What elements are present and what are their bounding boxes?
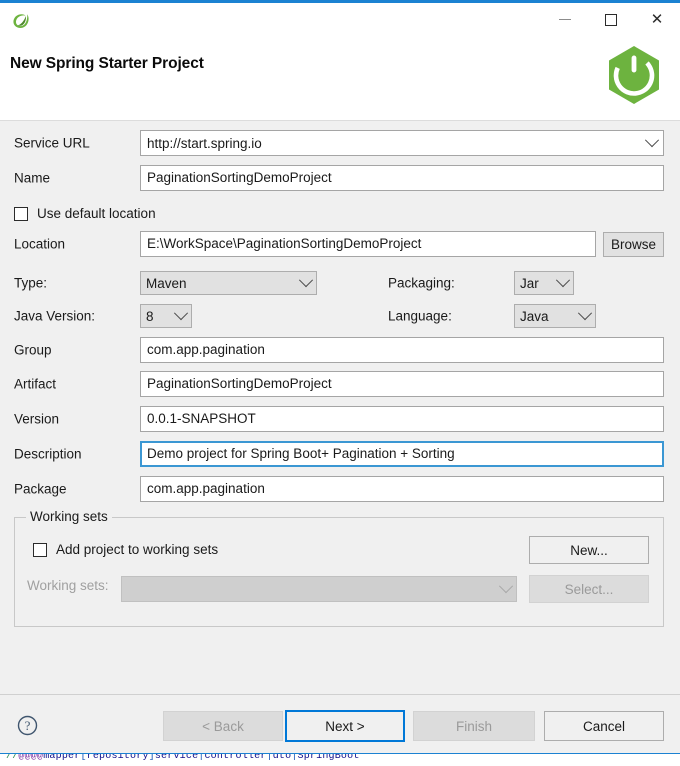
- title-bar: ✕: [0, 3, 680, 41]
- cancel-button[interactable]: Cancel: [544, 711, 664, 741]
- package-input[interactable]: com.app.pagination: [140, 476, 664, 502]
- working-sets-group: Working sets Add project to working sets…: [14, 517, 664, 627]
- java-version-combo[interactable]: 8: [140, 304, 192, 328]
- working-sets-combo: [121, 576, 517, 602]
- checkbox-box: [14, 207, 28, 221]
- java-version-value: 8: [141, 309, 171, 324]
- chevron-down-icon: [296, 278, 316, 288]
- chevron-down-icon: [575, 311, 595, 321]
- service-url-value: http://start.spring.io: [141, 136, 641, 151]
- version-row: Version 0.0.1-SNAPSHOT: [0, 406, 680, 432]
- artifact-row: Artifact PaginationSortingDemoProject: [0, 371, 680, 397]
- working-sets-group-title: Working sets: [26, 509, 112, 524]
- spring-leaf-icon: [10, 10, 32, 32]
- packaging-label: Packaging:: [388, 276, 455, 291]
- type-label: Type:: [14, 276, 47, 291]
- page-title: New Spring Starter Project: [10, 55, 204, 73]
- new-spring-starter-project-dialog: ✕ New Spring Starter Project Service URL…: [0, 0, 680, 766]
- description-row: Description Demo project for Spring Boot…: [0, 441, 680, 467]
- type-packaging-row: Type: Maven Packaging: Jar: [0, 270, 680, 296]
- artifact-label: Artifact: [14, 377, 56, 392]
- chevron-down-icon: [496, 584, 516, 594]
- browse-button[interactable]: Browse: [603, 232, 664, 257]
- version-label: Version: [14, 412, 59, 427]
- window-controls: ✕: [542, 3, 680, 36]
- background-editor-sliver: //@@@@mapper[repository]service|controll…: [0, 753, 680, 766]
- artifact-input[interactable]: PaginationSortingDemoProject: [140, 371, 664, 397]
- maximize-icon[interactable]: [588, 3, 634, 36]
- help-question-icon[interactable]: ?: [17, 715, 38, 736]
- name-row: Name PaginationSortingDemoProject: [0, 165, 680, 191]
- name-label: Name: [14, 171, 50, 186]
- chevron-down-icon: [553, 278, 573, 288]
- spring-boot-logo: [601, 43, 667, 109]
- close-glyph: ✕: [651, 12, 664, 27]
- service-url-label: Service URL: [14, 136, 90, 151]
- language-value: Java: [515, 309, 575, 324]
- svg-text:?: ?: [25, 718, 31, 733]
- java-version-language-row: Java Version: 8 Language: Java: [0, 303, 680, 329]
- close-icon[interactable]: ✕: [634, 3, 680, 36]
- type-value: Maven: [141, 276, 296, 291]
- location-label: Location: [14, 237, 65, 252]
- version-input[interactable]: 0.0.1-SNAPSHOT: [140, 406, 664, 432]
- chevron-down-icon: [171, 311, 191, 321]
- group-input[interactable]: com.app.pagination: [140, 337, 664, 363]
- new-working-set-button[interactable]: New...: [529, 536, 649, 564]
- location-input[interactable]: E:\WorkSpace\PaginationSortingDemoProjec…: [140, 231, 596, 257]
- group-label: Group: [14, 343, 52, 358]
- add-project-to-working-sets-label: Add project to working sets: [56, 542, 218, 557]
- language-combo[interactable]: Java: [514, 304, 596, 328]
- group-row: Group com.app.pagination: [0, 337, 680, 363]
- package-label: Package: [14, 482, 67, 497]
- add-project-to-working-sets-checkbox[interactable]: Add project to working sets: [33, 542, 218, 557]
- sliver-code-text: //@@@@mapper[repository]service|controll…: [6, 753, 360, 762]
- checkbox-box: [33, 543, 47, 557]
- service-url-row: Service URL http://start.spring.io: [0, 130, 680, 156]
- package-row: Package com.app.pagination: [0, 476, 680, 502]
- select-working-set-button: Select...: [529, 575, 649, 603]
- finish-button: Finish: [413, 711, 535, 741]
- minimize-icon[interactable]: [542, 3, 588, 36]
- description-input[interactable]: Demo project for Spring Boot+ Pagination…: [140, 441, 664, 467]
- dialog-header: New Spring Starter Project: [0, 41, 680, 121]
- service-url-combo[interactable]: http://start.spring.io: [140, 130, 664, 156]
- location-row: Location E:\WorkSpace\PaginationSortingD…: [0, 231, 680, 257]
- use-default-location-checkbox[interactable]: Use default location: [14, 206, 156, 221]
- java-version-label: Java Version:: [14, 309, 95, 324]
- language-label: Language:: [388, 309, 452, 324]
- description-label: Description: [14, 447, 82, 462]
- packaging-combo[interactable]: Jar: [514, 271, 574, 295]
- chevron-down-icon: [641, 138, 663, 148]
- name-input[interactable]: PaginationSortingDemoProject: [140, 165, 664, 191]
- dialog-body: Service URL http://start.spring.io Name …: [0, 121, 680, 696]
- type-combo[interactable]: Maven: [140, 271, 317, 295]
- packaging-value: Jar: [515, 276, 553, 291]
- back-button: < Back: [163, 711, 283, 741]
- next-button[interactable]: Next >: [285, 710, 405, 742]
- working-sets-label: Working sets:: [27, 578, 109, 593]
- use-default-location-label: Use default location: [37, 206, 156, 221]
